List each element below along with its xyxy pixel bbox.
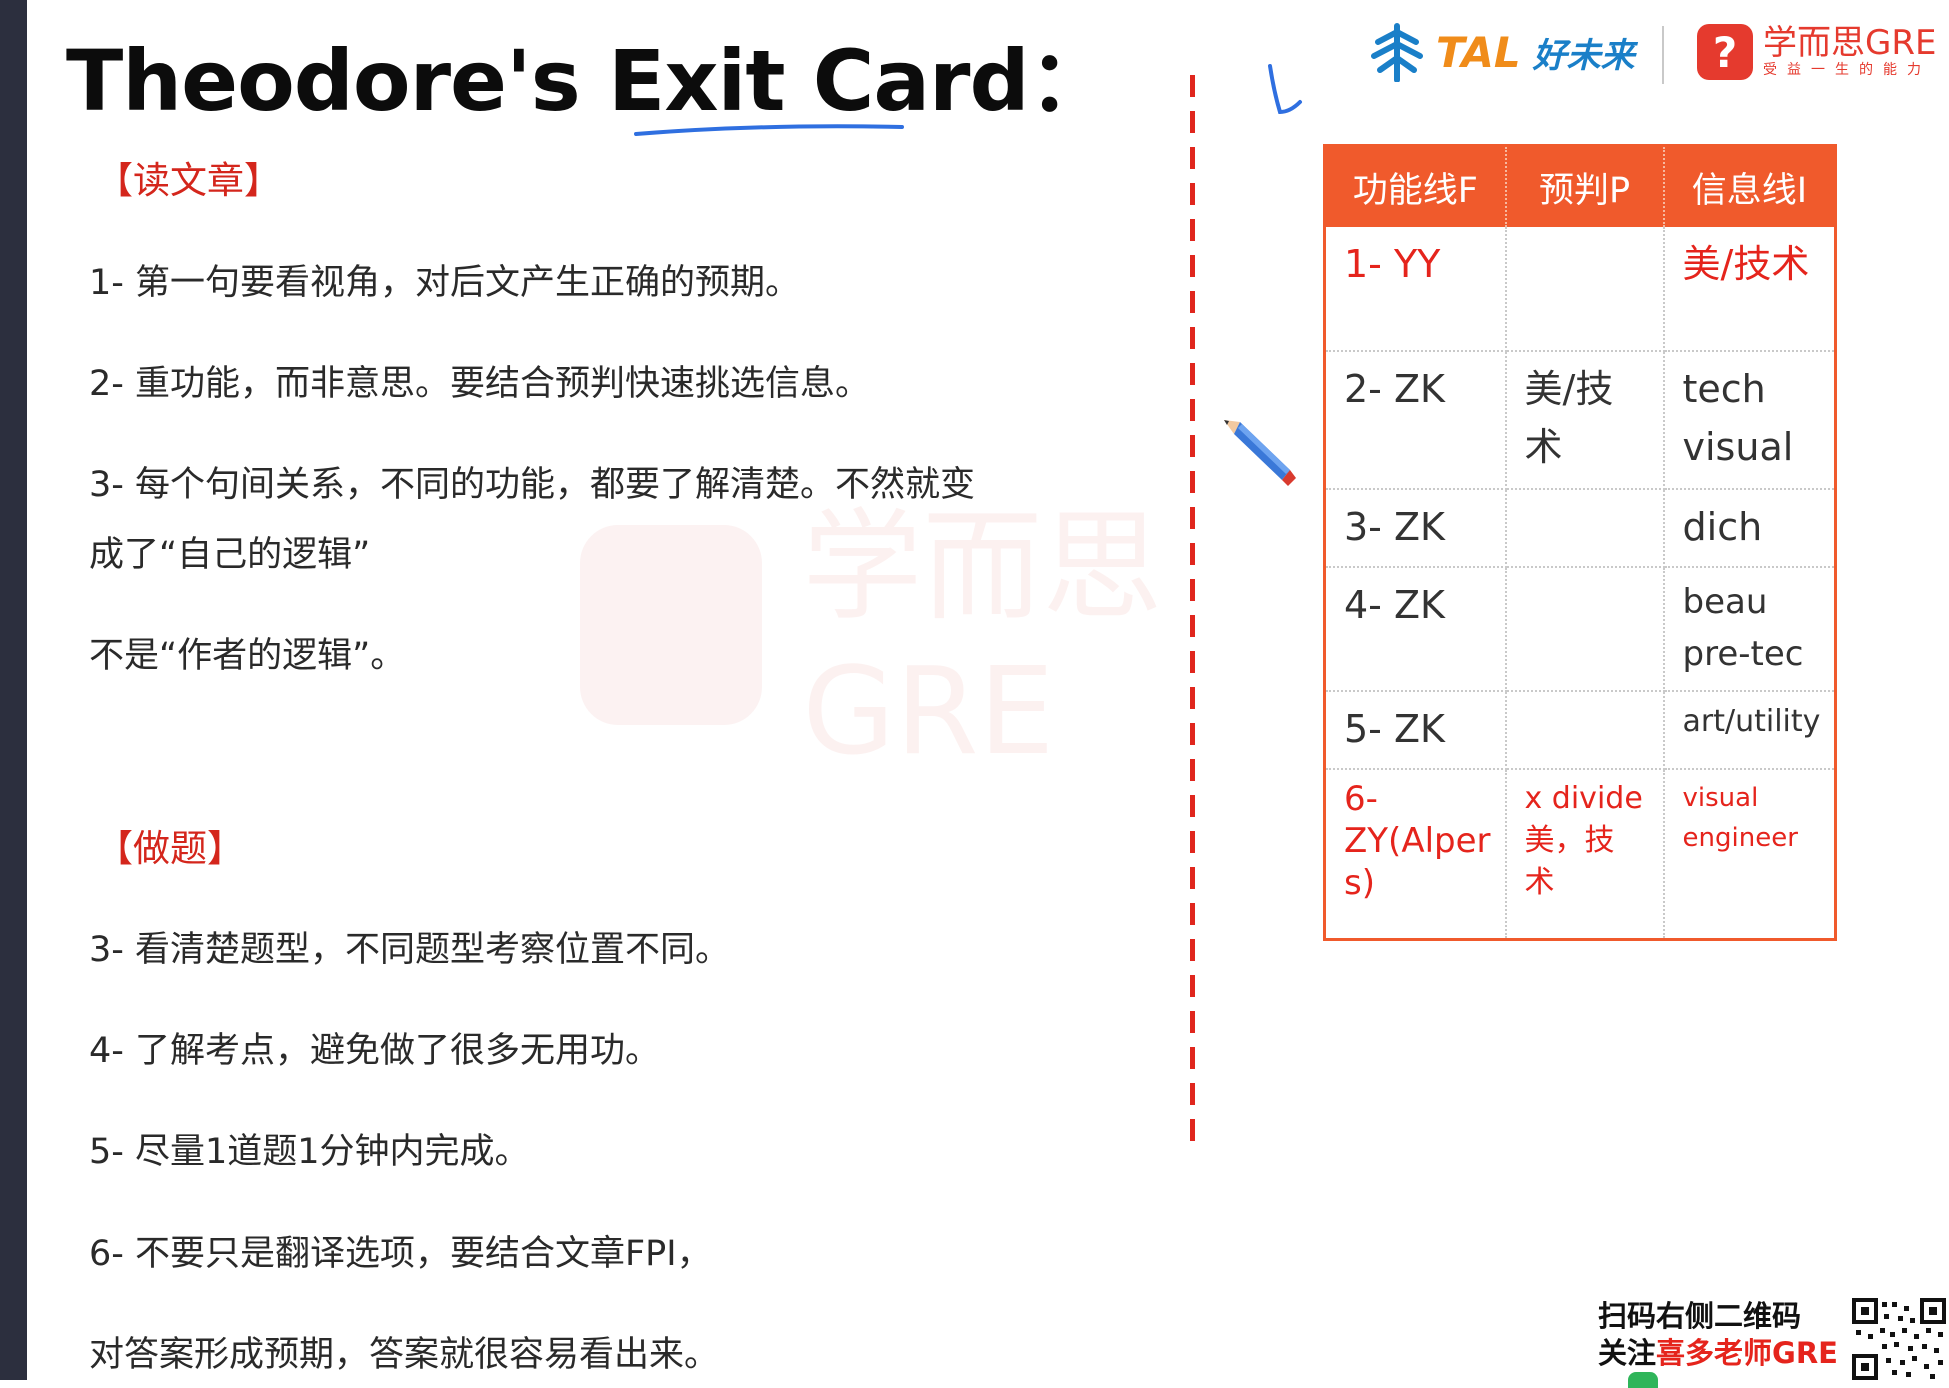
read-note-3-cont: 成了“自己的逻辑” <box>89 535 371 575</box>
cell-f: 5- ZK <box>1324 691 1507 770</box>
solve-note-4: 4- 了解考点，避免做了很多无用功。 <box>89 1031 661 1071</box>
cell-p <box>1505 691 1665 770</box>
qr-code-icon[interactable] <box>1852 1298 1949 1380</box>
cell-f: 1- YY <box>1324 227 1507 352</box>
page-title: Theodore's Exit Card： <box>66 32 1113 130</box>
read-note-4: 不是“作者的逻辑”。 <box>89 636 406 676</box>
solve-note-5: 5- 尽量1道题1分钟内完成。 <box>89 1132 530 1172</box>
cell-p <box>1505 567 1665 692</box>
cell-f: 4- ZK <box>1324 567 1507 692</box>
cell-i: art/utility <box>1663 691 1836 770</box>
wechat-icon <box>1628 1372 1658 1388</box>
xes-logo: ? 学而思GRE 受益一生的能力 <box>1697 24 1936 80</box>
cell-i: tech visual <box>1663 351 1836 490</box>
read-section-heading: 【读文章】 <box>96 159 281 202</box>
pencil-icon[interactable] <box>1220 412 1300 492</box>
read-note-1: 1- 第一句要看视角，对后文产生正确的预期。 <box>89 263 801 303</box>
cell-f: 3- ZK <box>1324 489 1507 568</box>
cell-p: x divide 美，技 术 <box>1505 769 1665 939</box>
header-function-line: 功能线F <box>1324 145 1507 227</box>
cell-i: visual engineer <box>1682 783 1798 853</box>
xes-logo-icon: ? <box>1697 24 1753 80</box>
table-row: 5- ZK art/utility <box>1324 691 1836 770</box>
cell-p <box>1505 227 1665 352</box>
tal-logo: TAL 好未来 <box>1370 22 1635 82</box>
solve-note-6-cont: 对答案形成预期，答案就很容易看出来。 <box>89 1335 720 1375</box>
cell-i: beau pre-tec <box>1663 567 1836 692</box>
table-header-row: 功能线F 预判P 信息线I <box>1324 145 1836 227</box>
solve-note-3: 3- 看清楚题型，不同题型考察位置不同。 <box>89 930 731 970</box>
header-info-line: 信息线I <box>1663 145 1836 227</box>
fpi-table: 功能线F 预判P 信息线I 1- YY 美/技术 2- ZK 美/技术 tech… <box>1323 144 1838 941</box>
cell-f: 2- ZK <box>1324 351 1507 490</box>
table-row: 3- ZK dich <box>1324 489 1836 568</box>
solve-section-heading: 【做题】 <box>96 827 244 870</box>
left-window-edge <box>0 0 27 1380</box>
table-row: 2- ZK 美/技术 tech visual <box>1324 351 1836 490</box>
background-watermark: 学而思GRE <box>580 498 1360 782</box>
cell-p <box>1505 489 1665 568</box>
tal-tree-logo-icon <box>1371 23 1423 82</box>
cell-p: 美/技术 <box>1505 351 1665 490</box>
cell-i: 美/技术 <box>1663 227 1836 352</box>
cell-i: dich <box>1663 489 1836 568</box>
header-prediction: 预判P <box>1505 145 1665 227</box>
ink-arrow-annotation <box>1268 64 1302 115</box>
table-row: 6- ZY(Alper s) x divide 美，技 术 visual eng… <box>1324 769 1836 939</box>
cell-f: 6- ZY(Alper s) <box>1324 769 1507 939</box>
table-row: 1- YY 美/技术 <box>1324 227 1836 352</box>
read-note-2: 2- 重功能，而非意思。要结合预判快速挑选信息。 <box>89 364 871 404</box>
table-row: 4- ZK beau pre-tec <box>1324 567 1836 692</box>
solve-note-6: 6- 不要只是翻译选项，要结合文章FPI， <box>89 1234 712 1274</box>
dashed-divider <box>1190 75 1195 1155</box>
logo-separator <box>1662 26 1664 84</box>
promo-text: 扫码右侧二维码 关注喜多老师GRE <box>1598 1299 1838 1370</box>
